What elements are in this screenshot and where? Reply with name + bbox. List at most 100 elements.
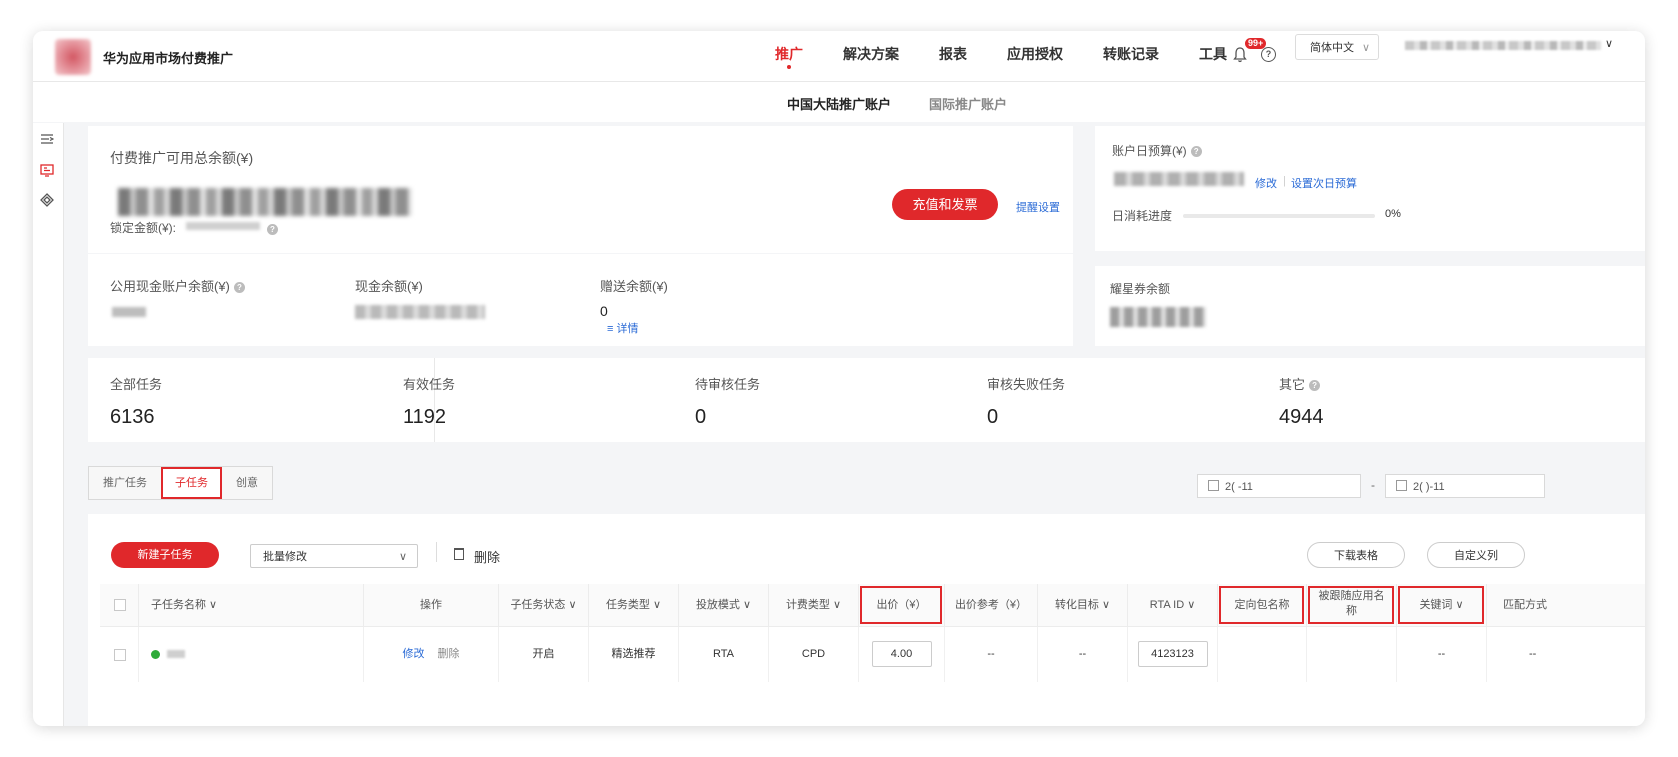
stat-active-label: 有效任务 [403, 377, 456, 392]
tab-creatives[interactable]: 创意 [222, 467, 272, 499]
col-bid-reference: 出价参考（¥） [944, 584, 1037, 626]
cash-balance-label: 现金余额(¥) [355, 279, 423, 294]
consumption-progress-bar [1183, 214, 1375, 218]
diamond-icon[interactable] [40, 193, 54, 207]
locked-amount-label: 锁定金额(¥): [110, 221, 177, 235]
nav-reports[interactable]: 报表 [939, 31, 967, 81]
subtask-name-cell [138, 627, 363, 682]
help-icon[interactable]: ? [1261, 47, 1276, 62]
stat-all-value: 6136 [110, 406, 155, 428]
col-followed-app: 被跟随应用名称 [1306, 584, 1396, 626]
nav-solutions[interactable]: 解决方案 [843, 31, 899, 81]
delete-row-link[interactable]: 删除 [438, 648, 460, 660]
help-icon[interactable]: ? [1190, 146, 1202, 158]
menu-icon[interactable] [40, 133, 54, 147]
targeting-package-cell [1217, 627, 1306, 682]
balance-title: 付费推广可用总余额(¥) [110, 150, 254, 166]
batch-modify-label: 批量修改 [263, 551, 307, 563]
bid-input[interactable]: 4.00 [871, 641, 932, 668]
coupon-balance-value [1110, 307, 1206, 327]
tab-subtasks[interactable]: 子任务 [161, 467, 222, 499]
nav-transfer-records[interactable]: 转账记录 [1103, 31, 1159, 81]
match-type-cell: -- [1486, 627, 1645, 682]
delivery-mode-cell: RTA [678, 627, 768, 682]
subtask-name-value[interactable] [167, 650, 186, 659]
calendar-icon [1208, 480, 1219, 491]
col-conversion-target[interactable]: 转化目标 ∨ [1037, 584, 1127, 626]
top-header: 华为应用市场付费推广 推广 解决方案 报表 应用授权 转账记录 工具 99+ ?… [33, 31, 1645, 82]
col-subtask-name[interactable]: 子任务名称 ∨ [138, 584, 363, 626]
help-icon[interactable]: ? [233, 282, 245, 294]
language-label: 简体中文 [1310, 42, 1354, 54]
recharge-invoice-button[interactable]: 充值和发票 [892, 189, 998, 220]
nav-promotion[interactable]: 推广 [775, 31, 803, 81]
play-icon [151, 649, 160, 659]
end-date-value: 2( )-11 [1413, 481, 1445, 493]
col-billing-type[interactable]: 计费类型 ∨ [768, 584, 858, 626]
chevron-down-icon: ∨ [398, 551, 407, 563]
consumption-progress-label: 日消耗进度 [1112, 209, 1173, 223]
row-checkbox[interactable] [114, 649, 126, 661]
date-separator: - [1371, 478, 1375, 492]
delete-button[interactable]: 删除 [474, 547, 500, 566]
user-account[interactable] [1405, 41, 1601, 50]
col-actions: 操作 [363, 584, 498, 626]
reminder-settings-link[interactable]: 提醒设置 [1016, 199, 1060, 215]
coupon-card: 耀星券余额 [1095, 266, 1645, 346]
notification-badge: 99+ [1245, 38, 1267, 49]
modify-budget-link[interactable]: 修改 [1255, 175, 1277, 191]
end-date-input[interactable]: 2( )-11 [1385, 474, 1545, 498]
locked-amount-value [186, 222, 260, 230]
daily-budget-label: 账户日预算(¥)? [1112, 142, 1202, 159]
col-delivery-mode[interactable]: 投放模式 ∨ [678, 584, 768, 626]
keywords-cell: -- [1396, 627, 1486, 682]
billing-type-cell: CPD [768, 627, 858, 682]
public-cash-text: 公用现金账户余额(¥) [110, 279, 230, 294]
subtask-panel: 新建子任务 批量修改 ∨ 删除 下载表格 自定义列 子任务名称 ∨ 操作 子任务… [88, 514, 1645, 726]
bid-reference-cell: -- [944, 627, 1037, 682]
tab-international-account[interactable]: 国际推广账户 [929, 94, 1007, 113]
next-day-budget-link[interactable]: 设置次日预算 [1291, 175, 1357, 191]
col-subtask-status[interactable]: 子任务状态 ∨ [498, 584, 588, 626]
sub-balance-card: 公用现金账户余额(¥)? 现金余额(¥) 赠送余额(¥) 0 ≡ 详情 [88, 254, 1073, 346]
daily-budget-card: 账户日预算(¥)? 修改 | 设置次日预算 日消耗进度 0% [1095, 126, 1645, 251]
new-subtask-button[interactable]: 新建子任务 [111, 542, 219, 568]
rta-id-input[interactable]: 4123123 [1137, 641, 1208, 668]
col-task-type[interactable]: 任务类型 ∨ [588, 584, 678, 626]
gift-balance-value: 0 [600, 303, 608, 319]
batch-modify-select[interactable]: 批量修改 ∨ [250, 544, 418, 568]
main-nav: 推广 解决方案 报表 应用授权 转账记录 工具 [775, 31, 1267, 81]
ad-monitor-icon[interactable] [40, 163, 54, 177]
bell-icon[interactable] [1233, 47, 1247, 63]
custom-columns-button[interactable]: 自定义列 [1427, 542, 1525, 568]
download-table-button[interactable]: 下载表格 [1307, 542, 1405, 568]
help-icon[interactable]: ? [1309, 380, 1321, 392]
tab-mainland-account[interactable]: 中国大陆推广账户 [787, 94, 891, 113]
cash-balance-value [355, 305, 485, 319]
nav-tools[interactable]: 工具 [1199, 31, 1227, 81]
col-rta-id[interactable]: RTA ID ∨ [1127, 584, 1217, 626]
stat-other-value: 4944 [1279, 406, 1324, 428]
select-all-checkbox[interactable] [114, 599, 126, 611]
help-icon[interactable]: ? [263, 221, 278, 236]
stat-divider [434, 358, 435, 442]
trash-icon[interactable] [454, 548, 464, 560]
stat-pending-label: 待审核任务 [695, 377, 761, 392]
tab-promotion-tasks[interactable]: 推广任务 [89, 467, 161, 499]
account-tabs: 中国大陆推广账户 国际推广账户 [33, 82, 1645, 122]
chevron-down-icon[interactable]: ∨ [1605, 37, 1613, 50]
consumption-progress-value: 0% [1385, 208, 1401, 220]
bid-cell: 4.00 [858, 627, 944, 682]
stat-other-label: 其它? [1279, 374, 1321, 393]
language-select[interactable]: 简体中文 ∨ [1295, 34, 1379, 60]
start-date-value: 2( -11 [1225, 481, 1253, 493]
start-date-input[interactable]: 2( -11 [1197, 474, 1361, 498]
table-row: 修改 删除 开启 精选推荐 RTA CPD 4.00 -- -- 4123123… [100, 627, 1645, 682]
toolbar-divider [436, 542, 437, 562]
col-keywords[interactable]: 关键词 ∨ [1396, 584, 1486, 626]
public-cash-label: 公用现金账户余额(¥)? [110, 276, 245, 295]
followed-app-cell [1306, 627, 1396, 682]
modify-row-link[interactable]: 修改 [402, 648, 424, 660]
detail-link[interactable]: ≡ 详情 [607, 320, 638, 336]
nav-app-authorization[interactable]: 应用授权 [1007, 31, 1063, 81]
